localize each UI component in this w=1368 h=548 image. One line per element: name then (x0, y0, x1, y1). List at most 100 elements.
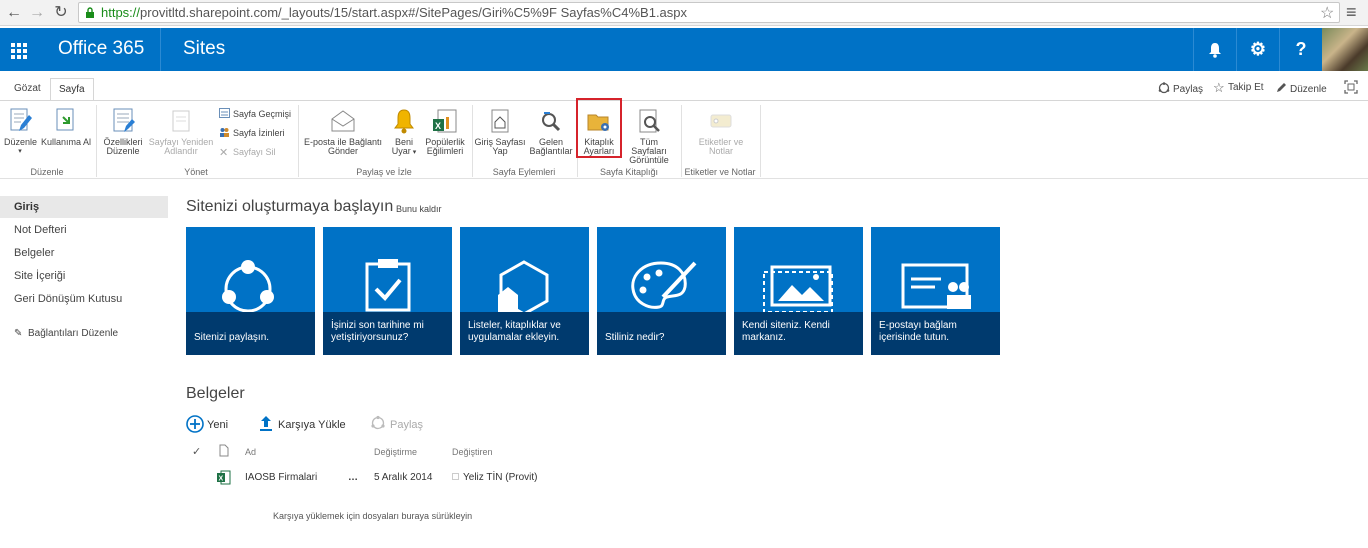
contact-card-icon (901, 263, 971, 309)
properties-icon (110, 107, 136, 135)
actions-group-label: Sayfa Eylemleri (492, 167, 556, 177)
browser-menu-icon[interactable]: ≡ (1346, 2, 1357, 23)
document-modified-by[interactable]: Yeliz TİN (Provit) (452, 472, 537, 483)
presence-indicator (452, 473, 459, 480)
share-site-icon (222, 260, 274, 312)
image-icon (763, 265, 833, 312)
upload-button[interactable]: Karşıya Yükle (259, 415, 346, 431)
remove-getting-started-link[interactable]: Bunu kaldır (396, 204, 442, 214)
rename-label-2: Adlandır (164, 146, 198, 156)
checkout-label: Kullanıma Al (40, 137, 92, 147)
forward-icon[interactable]: → (27, 3, 47, 23)
column-header-name[interactable]: Ad (245, 447, 256, 457)
group-divider (760, 105, 761, 177)
page-permissions-label: Sayfa İzinleri (233, 128, 285, 138)
tab-page[interactable]: Sayfa (50, 78, 94, 100)
bookmark-star-icon[interactable]: ☆ (1320, 3, 1334, 23)
focus-content-icon[interactable] (1344, 80, 1358, 94)
alert-me-button[interactable]: Beni Uyar ▾ (388, 107, 420, 157)
clipboard-check-icon (365, 259, 411, 312)
back-icon[interactable]: ← (4, 3, 24, 23)
tile-share-site[interactable]: Sitenizi paylaşın. (186, 227, 315, 355)
tile-caption-line: İşinizi son tarihine mi (331, 320, 424, 331)
edit-page-button[interactable]: Düzenle ▾ (4, 107, 38, 156)
follow-action[interactable]: ☆ Takip Et (1213, 81, 1264, 94)
tag-icon (708, 107, 734, 135)
tile-deadline[interactable]: İşinizi son tarihine mi yetiştiriyorsunuz… (323, 227, 452, 355)
office365-brand[interactable]: Office 365 (58, 38, 144, 60)
reload-icon[interactable]: ↻ (51, 3, 71, 23)
tile-add-lists[interactable]: Listeler, kitaplıklar ve uygulamalar ekle… (460, 227, 589, 355)
bell-icon[interactable] (1193, 28, 1236, 71)
avatar[interactable] (1322, 28, 1368, 71)
edit-properties-label-2: Düzenle (106, 146, 140, 156)
tile-email-context[interactable]: E-postayı bağlam içerisinde tutun. (871, 227, 1000, 355)
make-homepage-button[interactable]: Giriş Sayfası Yap (474, 107, 526, 156)
email-link-button[interactable]: E-posta ile Bağlantı Gönder (302, 107, 384, 156)
nav-item-notebook[interactable]: Not Defteri (0, 219, 168, 241)
palette-brush-icon (631, 261, 697, 309)
tile-style[interactable]: Stiliniz nedir? (597, 227, 726, 355)
gear-icon[interactable]: ⚙ (1236, 28, 1279, 71)
share-action[interactable]: Paylaş (1158, 82, 1203, 95)
tags-notes-button[interactable]: Etiketler ve Notlar (693, 107, 749, 156)
view-all-pages-button[interactable]: Tüm Sayfaları Görüntüle (621, 107, 677, 165)
tile-caption-line: Stiliniz nedir? (605, 332, 665, 343)
select-all-checkmark[interactable]: ✓ (192, 445, 201, 458)
tile-caption: Kendi siteniz. Kendi markanız. (734, 312, 863, 355)
nav-item-home[interactable]: Giriş (0, 196, 168, 218)
pencil-icon: ✎ (14, 328, 23, 339)
share-group-label: Paylaş ve İzle (356, 167, 412, 177)
address-bar[interactable]: https://provitltd.sharepoint.com/_layout… (78, 2, 1340, 23)
document-name-link[interactable]: IAOSB Firmalari (245, 472, 317, 483)
edit-links-button[interactable]: ✎ Bağlantıları Düzenle (0, 323, 168, 345)
tab-browse[interactable]: Gözat (6, 78, 49, 100)
url-path: provitltd.sharepoint.com/_layouts/15/sta… (140, 5, 688, 20)
page-history-button[interactable]: Sayfa Geçmişi (219, 108, 291, 119)
nav-item-documents[interactable]: Belgeler (0, 242, 168, 264)
column-header-modified-by[interactable]: Değiştiren (452, 447, 493, 457)
tile-caption: İşinizi son tarihine mi yetiştiriyorsunuz… (323, 312, 452, 355)
tile-caption-line: markanız. (742, 332, 786, 343)
checkout-icon (53, 107, 79, 135)
suite-divider (160, 28, 161, 71)
popularity-label-2: Eğilimleri (426, 146, 464, 156)
edit-properties-button[interactable]: Özellikleri Düzenle (101, 107, 145, 156)
hexagon-icon (498, 260, 549, 312)
incoming-links-button[interactable]: Gelen Bağlantılar (528, 107, 574, 156)
tile-caption: Stiliniz nedir? (597, 312, 726, 355)
share-label: Paylaş (1173, 84, 1204, 95)
tile-brand[interactable]: Kendi siteniz. Kendi markanız. (734, 227, 863, 355)
edit-group-label: Düzenle (30, 167, 64, 177)
help-icon[interactable]: ? (1279, 28, 1322, 71)
delete-page-label: Sayfayı Sil (233, 147, 276, 157)
view-all-pages-label-2: Görüntüle (629, 155, 669, 165)
delete-page-button[interactable]: ✕ Sayfayı Sil (219, 147, 276, 159)
new-label: Yeni (207, 419, 229, 431)
documents-title[interactable]: Belgeler (186, 385, 245, 403)
edit-action[interactable]: Düzenle (1275, 82, 1327, 95)
new-document-button[interactable]: Yeni (186, 415, 228, 433)
ellipsis-menu-icon[interactable]: … (348, 472, 359, 483)
sites-link[interactable]: Sites (183, 38, 225, 60)
bell-icon (391, 107, 417, 135)
popularity-trends-button[interactable]: X Popülerlik Eğilimleri (422, 107, 468, 156)
edit-label: Düzenle (1290, 84, 1327, 95)
share-document-button[interactable]: Paylaş (370, 415, 423, 431)
checkout-button[interactable]: Kullanıma Al (38, 107, 94, 147)
edit-page-label: Düzenle (4, 137, 38, 147)
share-icon (1158, 82, 1170, 94)
page-permissions-button[interactable]: Sayfa İzinleri (219, 127, 285, 138)
app-launcher-icon[interactable] (0, 28, 38, 71)
pencil-icon (1277, 83, 1286, 92)
plus-circle-icon (186, 415, 204, 433)
rename-page-button[interactable]: Sayfayı Yeniden Adlandır (146, 107, 216, 156)
library-group-label: Sayfa Kitaplığı (599, 167, 659, 177)
history-icon (219, 108, 230, 118)
excel-chart-icon: X (432, 107, 458, 135)
tile-caption-line: Sitenizi paylaşın. (194, 332, 270, 343)
view-pages-icon (636, 107, 662, 135)
column-header-modified[interactable]: Değiştirme (374, 447, 417, 457)
nav-item-recycle-bin[interactable]: Geri Dönüşüm Kutusu (0, 288, 168, 310)
nav-item-site-contents[interactable]: Site İçeriği (0, 265, 168, 287)
